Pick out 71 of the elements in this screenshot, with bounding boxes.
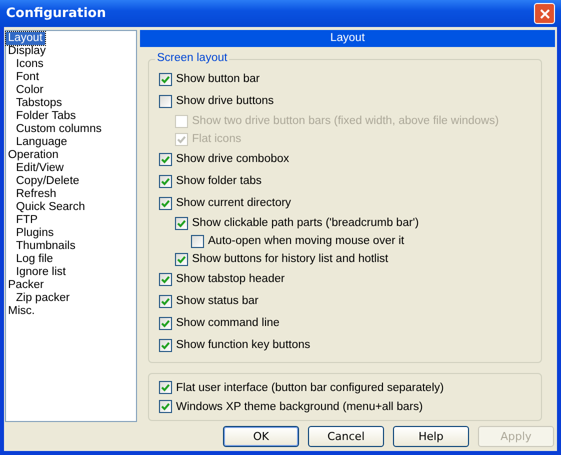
checkbox-label[interactable]: Windows XP theme background (menu+all bars) [176,400,423,412]
tree-item[interactable]: Edit/View [14,162,66,175]
dialog-button[interactable]: Help [393,426,469,447]
checkbox[interactable] [159,174,172,188]
tree-item[interactable]: FTP [14,214,40,227]
checkbox-label[interactable]: Show folder tabs [176,175,262,187]
dialog-button[interactable]: Cancel [308,426,384,447]
tree-item[interactable]: Icons [14,58,46,71]
checkbox-label[interactable]: Show current directory [176,197,292,209]
tree-item[interactable]: Layout [6,32,45,45]
checkmark-icon [161,402,170,411]
checkbox[interactable] [159,294,172,308]
checkmark-icon [161,383,170,392]
checkbox[interactable] [191,234,204,248]
tree-item[interactable]: Misc. [6,305,37,318]
tree-item[interactable]: Log file [14,253,56,266]
checkmark-icon [177,218,186,228]
checkbox-label[interactable]: Show command line [176,317,280,329]
checkmark-icon [161,176,170,186]
tree-item[interactable]: Packer [6,279,46,292]
tree-item[interactable]: Quick Search [14,201,88,214]
checkbox-label[interactable]: Show status bar [176,295,258,307]
window-title: Configuration [6,6,106,21]
checkbox[interactable] [159,72,172,86]
checkmark-icon [161,154,170,164]
checkmark-icon [177,134,186,144]
checkmark-icon [161,198,170,208]
tree-item[interactable]: Folder Tabs [14,110,78,123]
close-button[interactable] [534,3,555,24]
checkbox[interactable] [159,272,172,286]
checkbox[interactable] [175,252,188,266]
checkbox[interactable] [159,152,172,166]
checkbox[interactable] [159,381,172,394]
tree-item[interactable]: Operation [6,149,61,162]
tree-item[interactable]: Display [6,45,48,58]
checkbox[interactable] [159,316,172,330]
checkmark-icon [161,274,170,284]
checkbox[interactable] [175,216,188,230]
checkmark-icon [161,74,170,84]
checkbox-label[interactable]: Show clickable path parts ('breadcrumb bar') [192,217,419,229]
checkbox-label[interactable]: Show buttons for history list and hotlist [192,253,388,265]
dialog-button[interactable]: OK [223,426,299,447]
checkbox[interactable] [159,94,172,108]
checkbox-label[interactable]: Show drive combobox [176,153,290,165]
tree-item[interactable]: Font [14,71,42,84]
tree-item[interactable]: Ignore list [14,266,68,279]
page-header: Layout [140,30,555,47]
checkmark-icon [161,318,170,328]
checkbox[interactable] [159,400,172,413]
checkbox[interactable] [159,196,172,210]
tree-item[interactable]: Copy/Delete [14,175,82,188]
checkmark-icon [161,296,170,306]
checkbox-label[interactable]: Auto-open when moving mouse over it [208,235,404,247]
group-title: Screen layout [155,52,230,64]
tree-item[interactable]: Thumbnails [14,240,78,253]
checkbox-label[interactable]: Show button bar [176,73,260,85]
tree-item[interactable]: Custom columns [14,123,104,136]
tree-item[interactable]: Refresh [14,188,58,201]
tree-item[interactable]: Color [14,84,46,97]
checkmark-icon [177,254,186,264]
tree-item[interactable]: Plugins [14,227,56,240]
checkbox[interactable] [159,338,172,352]
checkmark-icon [161,340,170,350]
checkbox-label[interactable]: Show drive buttons [176,95,274,107]
checkbox-label[interactable]: Flat user interface (button bar configured separately) [176,382,444,394]
close-icon [540,8,550,18]
tree-item[interactable]: Zip packer [14,292,72,305]
tree-item[interactable]: Language [14,136,70,149]
tree-item[interactable]: Tabstops [14,97,64,110]
checkbox-label[interactable]: Show function key buttons [176,339,310,351]
checkbox-label[interactable]: Show tabstop header [176,273,285,285]
